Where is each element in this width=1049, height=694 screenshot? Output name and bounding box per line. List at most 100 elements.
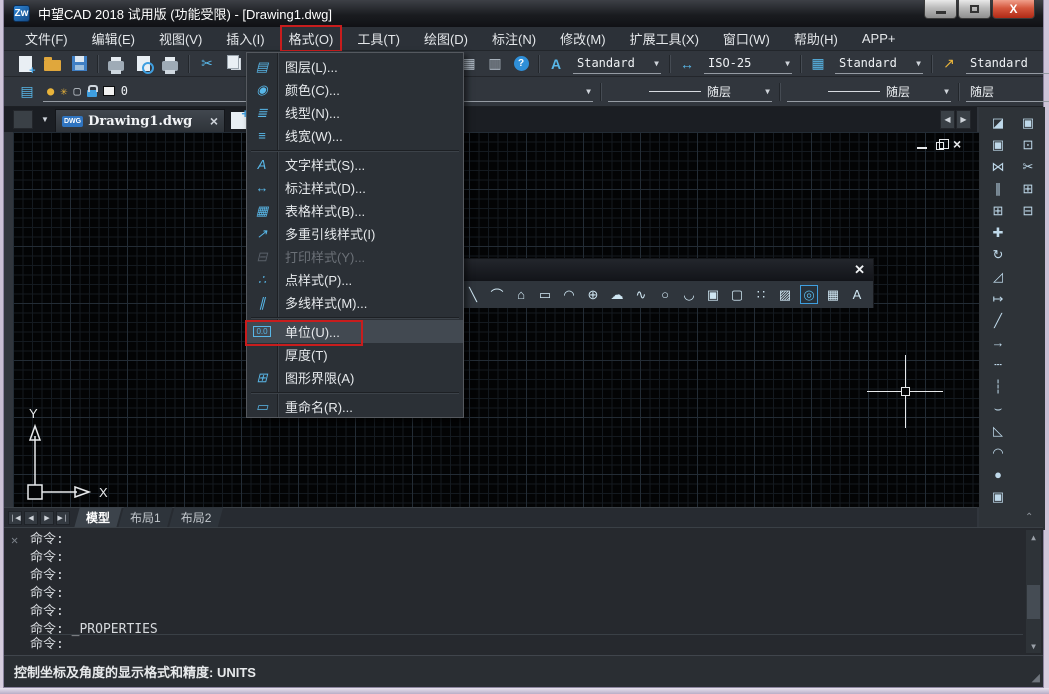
prev-layout-button[interactable]: ◀ xyxy=(24,511,38,525)
command-close-icon[interactable]: ✕ xyxy=(11,533,18,547)
paste-as-block-icon[interactable]: ⊞ xyxy=(1017,179,1039,198)
text-style-combo[interactable]: Standard ▼ xyxy=(573,54,661,74)
color-combo[interactable]: 随层 xyxy=(966,82,1049,102)
menu-item[interactable]: ≡ 线宽(W)... xyxy=(247,124,463,147)
ellipse-arc-icon[interactable]: ◡ xyxy=(680,285,698,304)
layout-tab-layout1[interactable]: 布局1 xyxy=(118,507,173,529)
stretch-icon[interactable]: ↦ xyxy=(987,289,1009,308)
menu-window[interactable]: 窗口(W) xyxy=(716,27,777,50)
copy-icon[interactable]: ▣ xyxy=(987,135,1009,154)
print-button[interactable] xyxy=(107,55,125,73)
hatch-icon[interactable]: ▨ xyxy=(776,285,794,304)
menu-item[interactable]: ◉ 颜色(C)... xyxy=(247,78,463,101)
move-icon[interactable]: ✚ xyxy=(987,223,1009,242)
scale-icon[interactable]: ◿ xyxy=(987,267,1009,286)
trim-icon[interactable]: ╱ xyxy=(987,311,1009,330)
menu-item[interactable]: ▭ 重命名(R)... xyxy=(247,395,463,418)
resize-grip-icon[interactable]: ◢ xyxy=(1032,671,1040,684)
menu-file[interactable]: 文件(F) xyxy=(18,27,75,50)
rotate-icon[interactable]: ↻ xyxy=(987,245,1009,264)
fillet-icon[interactable]: ◠ xyxy=(987,443,1009,462)
doc-restore-icon[interactable] xyxy=(936,142,944,150)
tab-panel-button[interactable] xyxy=(13,110,33,129)
command-input[interactable]: 命令: xyxy=(30,634,1023,653)
draw-toolbar-titlebar[interactable]: ✕ xyxy=(438,259,873,281)
minimize-button[interactable] xyxy=(924,0,957,19)
mirror-icon[interactable]: ⋈ xyxy=(987,157,1009,176)
circle-icon[interactable]: ⊕ xyxy=(584,285,602,304)
copy-button[interactable] xyxy=(225,55,243,73)
cut-clip-icon[interactable]: ✂ xyxy=(1017,157,1039,176)
break-at-point-icon[interactable]: ┆ xyxy=(987,377,1009,396)
menu-item[interactable]: ↔ 标注样式(D)... xyxy=(247,176,463,199)
open-file-button[interactable] xyxy=(43,55,61,73)
menu-insert[interactable]: 插入(I) xyxy=(219,27,271,50)
arc-icon[interactable]: ⌒ xyxy=(488,285,506,304)
menu-item[interactable]: ≣ 线型(N)... xyxy=(247,101,463,124)
help-button[interactable]: ? xyxy=(512,55,530,73)
next-layout-button[interactable]: ▶ xyxy=(40,511,54,525)
mleader-style-combo[interactable]: Standard xyxy=(966,54,1049,74)
mtext-icon[interactable]: A xyxy=(848,285,866,304)
draw-toolbar-close-icon[interactable]: ✕ xyxy=(854,262,865,278)
revision-cloud-icon[interactable]: ☁ xyxy=(608,285,626,304)
donut-icon[interactable]: ◎ xyxy=(800,285,818,304)
command-scrollbar[interactable]: ▲ ▼ xyxy=(1026,530,1041,653)
layout-tab-model[interactable]: 模型 xyxy=(74,507,122,529)
drawing-canvas[interactable]: × Y X xyxy=(13,132,979,507)
designcenter-button[interactable]: ▥ xyxy=(486,55,504,73)
menu-draw[interactable]: 绘图(D) xyxy=(417,27,475,50)
tab-list-dropdown[interactable]: ▼ xyxy=(37,110,53,129)
layout-tab-layout2[interactable]: 布局2 xyxy=(169,507,224,529)
make-block-icon[interactable]: ▢ xyxy=(728,285,746,304)
table-style-combo[interactable]: Standard ▼ xyxy=(835,54,923,74)
tab-scroll-left-button[interactable]: ◀ xyxy=(940,110,955,129)
menu-format[interactable]: 格式(O) xyxy=(282,27,341,50)
menu-item[interactable]: A 文字样式(S)... xyxy=(247,153,463,176)
cut-button[interactable]: ✂ xyxy=(198,55,216,73)
linetype-combo[interactable]: 随层 ▼ xyxy=(608,82,772,102)
point-icon[interactable]: ∷ xyxy=(752,285,770,304)
polygon-icon[interactable]: ⌂ xyxy=(512,285,530,304)
menu-help[interactable]: 帮助(H) xyxy=(787,27,845,50)
lineweight-combo[interactable]: 随层 ▼ xyxy=(787,82,951,102)
title-bar[interactable]: Zw 中望CAD 2018 试用版 (功能受限) - [Drawing1.dwg… xyxy=(4,0,1043,27)
line-icon[interactable]: ╲ xyxy=(464,285,482,304)
scroll-up-icon[interactable]: ▲ xyxy=(1026,530,1041,544)
menu-item[interactable]: ∴ 点样式(P)... xyxy=(247,268,463,291)
new-file-button[interactable] xyxy=(16,55,34,73)
document-tab[interactable]: DWG Drawing1.dwg × xyxy=(55,109,225,132)
tab-scroll-right-button[interactable]: ▶ xyxy=(956,110,971,129)
explode-icon[interactable]: ● xyxy=(987,465,1009,484)
toolbar-overflow-icon[interactable]: ⌃ xyxy=(1025,512,1033,523)
array-icon[interactable]: ⊞ xyxy=(987,201,1009,220)
table-icon[interactable]: ▦ xyxy=(824,285,842,304)
menu-item[interactable]: ∥ 多线样式(M)... xyxy=(247,291,463,314)
erase-icon[interactable]: ◪ xyxy=(987,113,1009,132)
extend-icon[interactable]: → xyxy=(987,333,1009,352)
menu-item[interactable]: ▤ 图层(L)... xyxy=(247,55,463,78)
paste-clip-icon[interactable]: ⊡ xyxy=(1017,135,1039,154)
menu-modify[interactable]: 修改(M) xyxy=(553,27,613,50)
save-button[interactable] xyxy=(70,55,88,73)
menu-item[interactable]: ↗ 多重引线样式(I) xyxy=(247,222,463,245)
scroll-down-icon[interactable]: ▼ xyxy=(1026,639,1041,653)
maximize-button[interactable] xyxy=(958,0,991,19)
rectangle-icon[interactable]: ▭ xyxy=(536,285,554,304)
document-close-icon[interactable]: × xyxy=(210,113,218,129)
menu-express[interactable]: 扩展工具(X) xyxy=(623,27,706,50)
offset-icon[interactable]: ∥ xyxy=(987,179,1009,198)
close-button[interactable]: X xyxy=(992,0,1035,19)
menu-dimension[interactable]: 标注(N) xyxy=(485,27,543,50)
chamfer-icon[interactable]: ◺ xyxy=(987,421,1009,440)
last-layout-button[interactable]: ▶❘ xyxy=(56,511,70,525)
menu-item[interactable]: 厚度(T) xyxy=(247,343,463,366)
paste-special-icon[interactable]: ⊟ xyxy=(1017,201,1039,220)
doc-close-icon[interactable]: × xyxy=(953,137,961,151)
publish-button[interactable] xyxy=(161,55,179,73)
join-icon[interactable]: ⌣ xyxy=(987,399,1009,418)
menu-edit[interactable]: 编辑(E) xyxy=(85,27,142,50)
command-window[interactable]: ✕ 命令:命令:命令:命令:命令:命令: _PROPERTIES 命令: ▲ ▼ xyxy=(4,527,1043,655)
menu-view[interactable]: 视图(V) xyxy=(152,27,209,50)
insert-block-icon[interactable]: ▣ xyxy=(704,285,722,304)
